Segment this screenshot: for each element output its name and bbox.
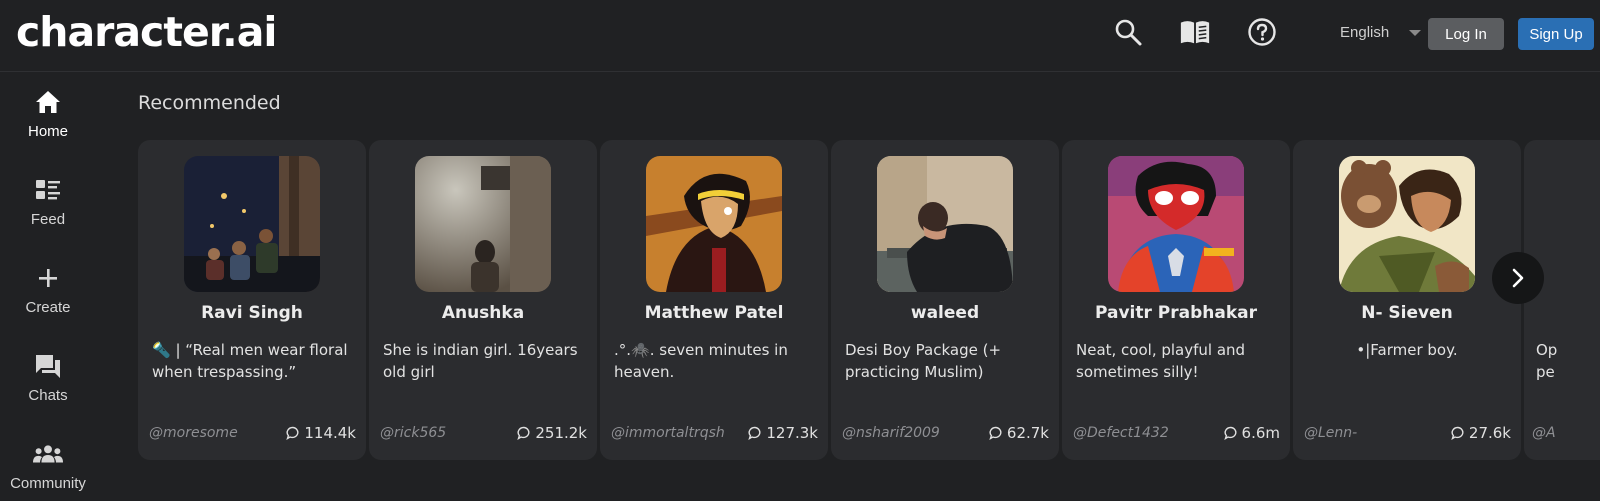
character-author[interactable]: @Defect1432 (1073, 425, 1213, 441)
sidebar-item-chats[interactable]: Chats (0, 351, 96, 431)
chat-count: 114.4k (286, 424, 356, 442)
chat-icon (33, 351, 63, 381)
chat-bubble-icon (1451, 426, 1464, 440)
chat-bubble-icon (1223, 426, 1237, 440)
feed-icon (33, 175, 63, 205)
character-description: Op pe (1536, 341, 1558, 381)
chevron-right-icon (1512, 268, 1524, 288)
chat-bubble-icon (989, 426, 1002, 440)
character-author[interactable]: @A (1532, 425, 1600, 441)
character-card-n-sieven[interactable]: N- Sieven •|Farmer boy. @Lenn- 27.6k (1293, 140, 1521, 460)
character-author[interactable]: @Lenn- (1304, 425, 1444, 441)
sidebar-item-community[interactable]: Community (0, 439, 96, 501)
character-card-matthew-patel[interactable]: Matthew Patel .°.🕷️. seven minutes in he… (600, 140, 828, 460)
character-avatar (1108, 156, 1244, 292)
chat-count-value: 27.6k (1468, 424, 1511, 442)
chat-count: 27.6k (1451, 424, 1511, 442)
character-name: N- Sieven (1361, 303, 1453, 323)
section-title: Recommended (138, 92, 281, 114)
plus-icon (33, 263, 63, 293)
character-card-ravi-singh[interactable]: Ravi Singh 🔦 | “Real men wear floral whe… (138, 140, 366, 460)
home-icon (33, 87, 63, 117)
top-header: character.ai English Log In Sign Up (0, 0, 1600, 72)
character-name: Matthew Patel (644, 303, 784, 323)
character-name: Pavitr Prabhakar (1094, 303, 1258, 323)
sidebar-item-label: Chats (28, 387, 68, 404)
chat-count-value: 114.4k (304, 424, 356, 442)
chat-count: 62.7k (989, 424, 1049, 442)
book-icon[interactable] (1179, 16, 1211, 48)
chevron-down-icon[interactable] (1409, 30, 1421, 36)
character-name: Ravi Singh (201, 303, 303, 323)
character-card-partial[interactable]: Op pe @A (1524, 140, 1600, 460)
sidebar-item-label: Create (25, 299, 71, 316)
sidebar-item-label: Feed (30, 211, 66, 228)
character-carousel: Ravi Singh 🔦 | “Real men wear floral whe… (138, 140, 1600, 460)
app-logo[interactable]: character.ai (16, 8, 277, 56)
character-author[interactable]: @immortaltrqsh (611, 425, 739, 441)
sidebar-item-label: Home (27, 123, 68, 140)
chat-count: 127.3k (748, 424, 818, 442)
search-icon[interactable] (1112, 16, 1144, 48)
character-description: .°.🕷️. seven minutes in heaven. (614, 341, 788, 381)
carousel-next-button[interactable] (1492, 252, 1544, 304)
character-name: Anushka (441, 303, 525, 323)
character-author[interactable]: @rick565 (380, 425, 520, 441)
character-avatar (877, 156, 1013, 292)
character-name: waleed (910, 303, 980, 323)
signup-button[interactable]: Sign Up (1518, 18, 1594, 50)
character-avatar (646, 156, 782, 292)
chat-count: 251.2k (517, 424, 587, 442)
help-icon[interactable] (1246, 16, 1278, 48)
character-avatar (1339, 156, 1475, 292)
chat-count: 6.6m (1223, 424, 1280, 442)
character-author[interactable]: @moresome (149, 425, 289, 441)
chat-count-value: 62.7k (1006, 424, 1049, 442)
character-author[interactable]: @nsharif2009 (842, 425, 982, 441)
sidebar-item-create[interactable]: Create (0, 263, 96, 343)
chat-count-value: 127.3k (766, 424, 818, 442)
chat-bubble-icon (748, 426, 761, 440)
character-avatar (184, 156, 320, 292)
language-select[interactable]: English (1340, 24, 1389, 41)
chat-count-value: 251.2k (535, 424, 587, 442)
sidebar-nav: Home Feed Create Chats Community (0, 73, 96, 501)
sidebar-item-feed[interactable]: Feed (0, 175, 96, 255)
character-description: She is indian girl. 16years old girl (383, 341, 578, 381)
community-icon (33, 439, 63, 469)
character-description: Desi Boy Package (+ practicing Muslim) (845, 341, 1002, 381)
character-avatar (415, 156, 551, 292)
character-card-anushka[interactable]: Anushka She is indian girl. 16years old … (369, 140, 597, 460)
character-description: •|Farmer boy. (1356, 341, 1458, 359)
sidebar-item-label: Community (10, 475, 86, 492)
chat-bubble-icon (517, 426, 530, 440)
sidebar-item-home[interactable]: Home (0, 87, 96, 167)
login-button[interactable]: Log In (1428, 18, 1504, 50)
chat-bubble-icon (286, 426, 299, 440)
character-card-pavitr-prabhakar[interactable]: Pavitr Prabhakar Neat, cool, playful and… (1062, 140, 1290, 460)
character-card-waleed[interactable]: waleed Desi Boy Package (+ practicing Mu… (831, 140, 1059, 460)
character-description: 🔦 | “Real men wear floral when trespassi… (152, 341, 348, 381)
chat-count-value: 6.6m (1241, 424, 1280, 442)
character-description: Neat, cool, playful and sometimes silly! (1076, 341, 1246, 381)
